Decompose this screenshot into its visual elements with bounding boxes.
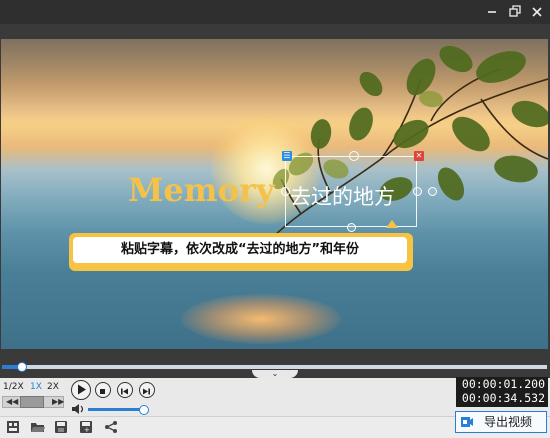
title-bar bbox=[0, 0, 550, 24]
play-button[interactable] bbox=[71, 380, 91, 400]
minimize-icon[interactable] bbox=[482, 0, 502, 24]
caption-settings-icon[interactable]: ☰ bbox=[282, 151, 292, 161]
speed-right-icon[interactable]: ▶▶ bbox=[52, 396, 64, 408]
play-icon bbox=[78, 384, 86, 395]
chevron-down-icon[interactable]: ⌄ bbox=[252, 370, 298, 378]
caption-text[interactable]: 去过的地方 bbox=[290, 181, 395, 211]
save-as-icon[interactable]: + bbox=[79, 419, 95, 435]
prev-frame-icon bbox=[121, 388, 128, 395]
logo-text: Memory bbox=[128, 171, 275, 209]
stop-button[interactable] bbox=[95, 382, 111, 398]
timeline-playhead[interactable] bbox=[17, 362, 27, 372]
close-icon[interactable] bbox=[527, 0, 547, 24]
total-time: 00:00:34.532 bbox=[461, 391, 545, 405]
speed-slider-knob[interactable] bbox=[20, 396, 44, 408]
svg-text:+: + bbox=[84, 426, 90, 434]
export-icon bbox=[461, 417, 473, 427]
save-icon[interactable] bbox=[54, 419, 70, 435]
tooltip-arrow bbox=[386, 220, 398, 228]
open-folder-icon[interactable] bbox=[30, 419, 46, 435]
rotate-handle[interactable] bbox=[349, 151, 359, 161]
leaves-image bbox=[270, 45, 548, 240]
current-time: 00:00:01.200 bbox=[461, 377, 545, 391]
export-video-button[interactable]: 导出视频 bbox=[455, 411, 547, 433]
delete-icon[interactable]: ✕ bbox=[414, 151, 424, 161]
export-label: 导出视频 bbox=[484, 415, 533, 429]
new-project-icon[interactable] bbox=[6, 419, 22, 435]
resize-handle-outer[interactable] bbox=[428, 187, 437, 196]
volume-slider[interactable] bbox=[88, 408, 143, 411]
tooltip-text: 粘贴字幕，依次改成“去过的地方”和年份 bbox=[73, 237, 407, 263]
share-icon[interactable] bbox=[103, 419, 119, 435]
stop-icon bbox=[100, 389, 105, 394]
next-frame-icon bbox=[143, 388, 150, 395]
resize-handle-left[interactable] bbox=[281, 187, 290, 196]
speed-half[interactable]: 1/2X bbox=[3, 381, 24, 393]
resize-handle-right[interactable] bbox=[413, 187, 422, 196]
restore-icon[interactable] bbox=[505, 0, 525, 24]
prev-frame-button[interactable] bbox=[117, 382, 133, 398]
speed-1x[interactable]: 1X bbox=[30, 381, 42, 393]
instruction-tooltip: 粘贴字幕，依次改成“去过的地方”和年份 bbox=[69, 233, 413, 271]
resize-handle-bottom[interactable] bbox=[347, 223, 356, 232]
time-display: 00:00:01.200 00:00:34.532 bbox=[456, 377, 548, 407]
speed-left-icon[interactable]: ◀◀ bbox=[6, 396, 18, 408]
video-preview[interactable] bbox=[1, 39, 548, 349]
volume-knob[interactable] bbox=[139, 405, 149, 415]
next-frame-button[interactable] bbox=[139, 382, 155, 398]
volume-icon[interactable] bbox=[71, 404, 85, 414]
speed-2x[interactable]: 2X bbox=[47, 381, 59, 393]
